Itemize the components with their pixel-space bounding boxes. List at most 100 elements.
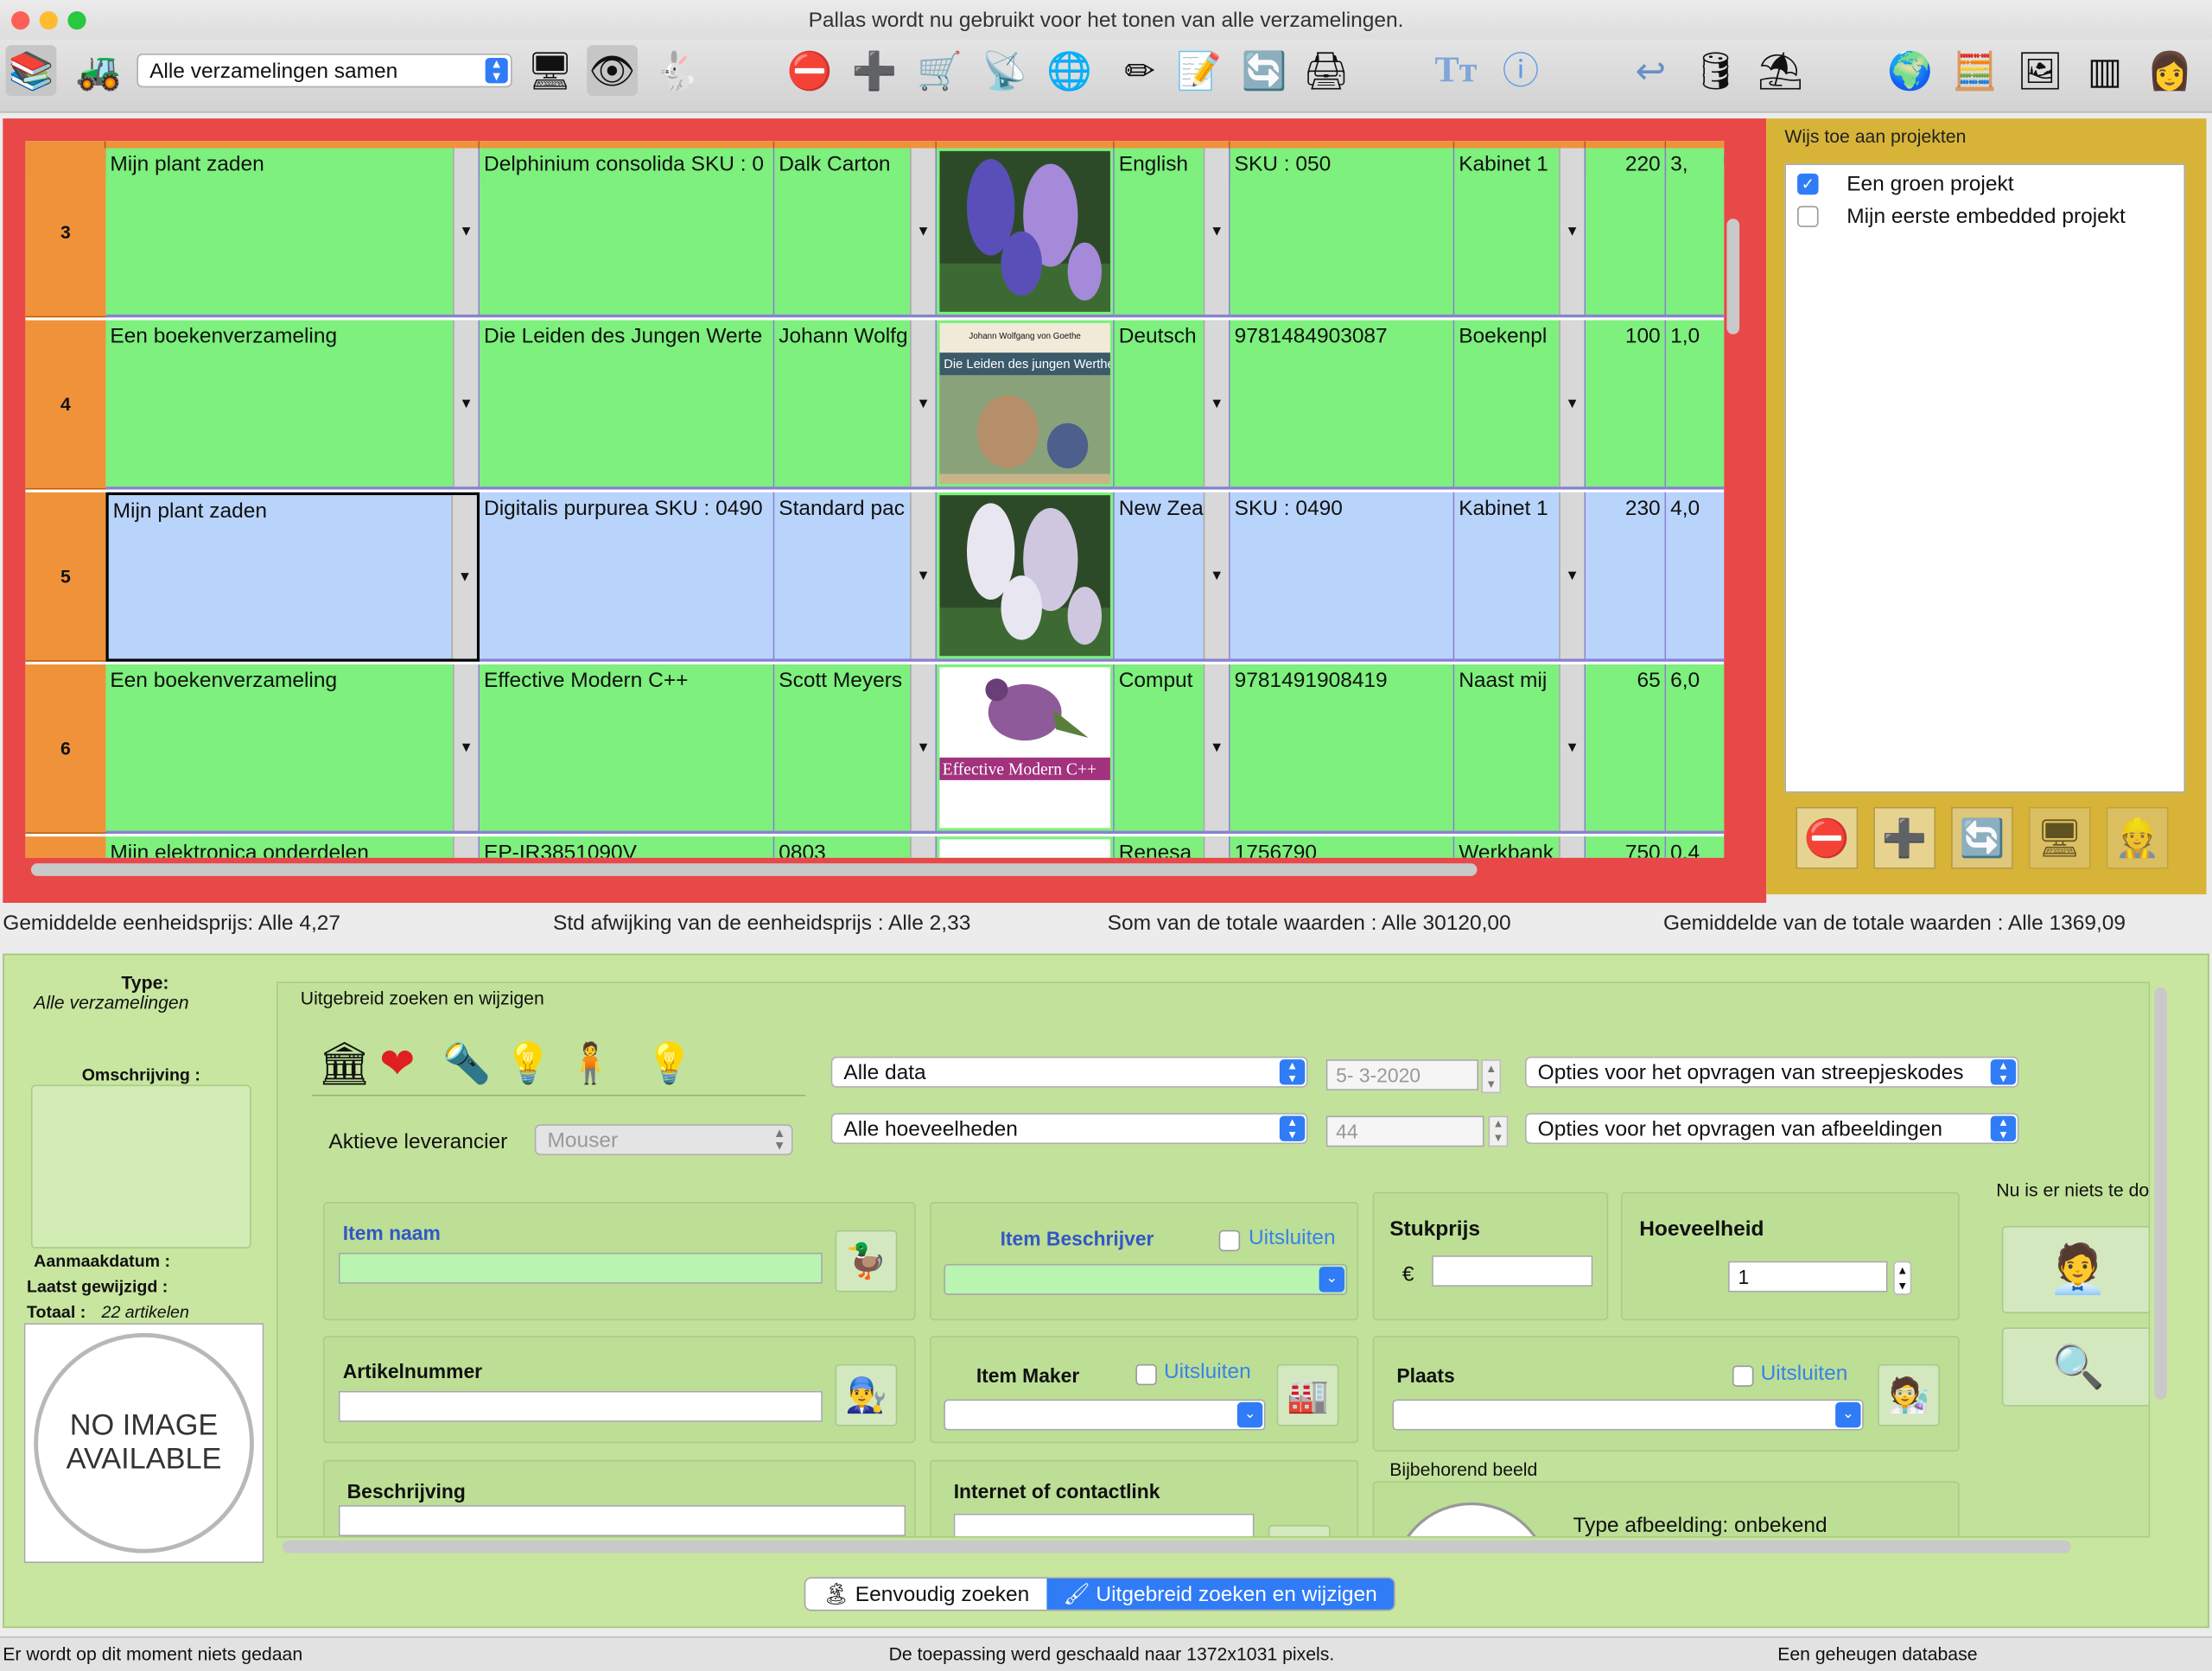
project-presentation-icon[interactable]: 🖥	[2028, 806, 2091, 869]
table-cell[interactable]: SKU : 050	[1230, 148, 1455, 318]
search-vertical-scrollbar[interactable]	[2154, 987, 2167, 1400]
table-cell[interactable]: Een boekenverzameling ▼	[105, 664, 480, 834]
table-cell[interactable]: 6,0	[1666, 664, 1725, 834]
edit-icon[interactable]: ✏	[1115, 45, 1166, 96]
support-person-icon[interactable]: 👩	[2145, 45, 2196, 96]
font-icon[interactable]: Tт	[1431, 45, 1482, 96]
cell-dropdown-icon[interactable]: ▼	[1203, 836, 1230, 858]
table-cell[interactable]: 0803 ▼	[774, 836, 938, 858]
cell-dropdown-icon[interactable]: ▼	[910, 492, 936, 659]
table-cell[interactable]: Renesa ▼	[1114, 836, 1230, 858]
link-icon[interactable]: 🔗	[1268, 1524, 1331, 1537]
table-cell[interactable]: Standard pac ▼	[774, 492, 938, 662]
person-icon[interactable]: 🧍	[566, 1039, 615, 1086]
location-person-icon[interactable]: 🧑‍🔬	[1878, 1363, 1940, 1426]
cell-dropdown-icon[interactable]: ▼	[1203, 320, 1230, 487]
table-cell[interactable]: 9781484903087	[1230, 320, 1455, 490]
table-cell[interactable]: Delphinium consolida SKU : 0	[480, 148, 775, 318]
date-stepper[interactable]: ▲ ▼	[1481, 1059, 1502, 1094]
tab-simple-search[interactable]: 🏝 Eenvoudig zoeken	[805, 1578, 1046, 1610]
cell-dropdown-icon[interactable]: ▼	[1203, 148, 1230, 315]
refresh-project-icon[interactable]: 🔄	[1951, 806, 2013, 869]
date-input[interactable]: 5- 3-2020	[1325, 1059, 1479, 1091]
table-cell[interactable]: Johann Wolfg ▼	[774, 320, 938, 490]
table-cell[interactable]: Dalk Carton ▼	[774, 148, 938, 318]
table-cell[interactable]: Een boekenverzameling ▼	[105, 320, 480, 490]
table-cell[interactable]: 65	[1586, 664, 1667, 834]
cell-dropdown-icon[interactable]: ▼	[910, 664, 936, 831]
table-cell[interactable]: Kabinet 1 ▼	[1454, 148, 1586, 318]
unit-price-input[interactable]	[1432, 1255, 1593, 1287]
table-cell-image[interactable]	[937, 492, 1115, 662]
internet-input[interactable]	[953, 1513, 1255, 1537]
collection-select[interactable]: Alle verzamelingen samen ▲ ▼	[137, 54, 512, 88]
table-cell[interactable]: 230	[1586, 492, 1667, 662]
heart-icon[interactable]: ❤	[379, 1039, 415, 1089]
place-select[interactable]: ⌄	[1392, 1399, 1864, 1431]
image-icon[interactable]: 🖼	[2014, 45, 2065, 96]
table-cell[interactable]: Kabinet 1 ▼	[1454, 492, 1586, 662]
lightbulb-icon[interactable]: 💡	[645, 1039, 694, 1086]
print-icon[interactable]: 🖨	[1300, 45, 1351, 96]
date-filter-select[interactable]: Alle data ▲ ▼	[830, 1056, 1308, 1088]
table-vertical-scrollbar[interactable]	[1726, 219, 1740, 334]
item-description-input[interactable]	[338, 1505, 906, 1537]
table-cell[interactable]: Deutsch ▼	[1114, 320, 1230, 490]
table-cell[interactable]: Boekenpl ▼	[1454, 320, 1586, 490]
row-number[interactable]: 4	[25, 320, 106, 490]
table-cell-image[interactable]: Johann Wolfgang von Goethe Die Leiden des…	[937, 320, 1115, 490]
collections-icon[interactable]: 📚	[5, 45, 57, 97]
quantity-filter-input[interactable]: 44	[1325, 1115, 1484, 1147]
checkbox-checked-icon[interactable]: ✓	[1797, 173, 1819, 195]
quantity-input[interactable]: 1	[1728, 1261, 1888, 1293]
supplier-person-icon[interactable]: 👨‍🔧	[835, 1363, 898, 1426]
table-cell[interactable]: 0,4	[1666, 836, 1725, 858]
table-cell[interactable]: English ▼	[1114, 148, 1230, 318]
cell-dropdown-icon[interactable]: ▼	[453, 836, 479, 858]
item-describer-select[interactable]: ⌄	[944, 1263, 1348, 1295]
calculator-icon[interactable]: 🧮	[1949, 45, 2000, 96]
row-number[interactable]: 5	[25, 492, 106, 662]
project-item[interactable]: ✓ Een groen projekt	[1797, 172, 2014, 196]
cell-dropdown-icon[interactable]: ▼	[453, 148, 479, 315]
exclude-place-checkbox[interactable]	[1732, 1365, 1754, 1387]
cell-dropdown-icon[interactable]: ▼	[453, 664, 479, 831]
quantity-stepper[interactable]: ▲ ▼	[1893, 1261, 1912, 1295]
remove-project-button[interactable]: ⛔	[1796, 806, 1859, 869]
table-cell[interactable]: Comput ▼	[1114, 664, 1230, 834]
table-cell[interactable]: 1,0	[1666, 320, 1725, 490]
table-cell[interactable]: Naast mij ▼	[1454, 664, 1586, 834]
table-cell-image[interactable]: Effective Modern C++	[937, 664, 1115, 834]
add-item-icon[interactable]: 🛒	[914, 45, 965, 96]
cancel-search-icon[interactable]: 🔍	[2001, 1327, 2149, 1407]
table-cell[interactable]: Mijn plant zaden ▼	[105, 148, 480, 318]
cell-dropdown-icon[interactable]: ▼	[910, 320, 936, 487]
quantity-filter-select[interactable]: Alle hoeveelheden ▲ ▼	[830, 1113, 1308, 1145]
presentation-icon[interactable]: 🖥	[524, 45, 575, 96]
bank-icon[interactable]: 🏛	[317, 1039, 371, 1089]
exclude-maker-checkbox[interactable]	[1135, 1363, 1157, 1386]
cell-dropdown-icon[interactable]: ▼	[1559, 320, 1585, 487]
table-cell[interactable]: Die Leiden des Jungen Werte	[480, 320, 775, 490]
barcode-options-select[interactable]: Opties voor het opvragen van streepjesko…	[1524, 1056, 2019, 1088]
table-cell[interactable]: 100	[1586, 320, 1667, 490]
table-cell[interactable]: 9781491908419	[1230, 664, 1455, 834]
edit-all-icon[interactable]: 📝	[1173, 45, 1224, 96]
table-cell[interactable]: Mijn plant zaden ▼	[105, 492, 480, 662]
factory-icon[interactable]: 🏭	[1276, 1363, 1339, 1426]
cell-dropdown-icon[interactable]: ▼	[1203, 664, 1230, 831]
table-cell[interactable]: 750	[1586, 836, 1667, 858]
row-number[interactable]: 6	[25, 664, 106, 834]
scanner-icon[interactable]: 🔦	[442, 1039, 491, 1086]
barcode-icon[interactable]: ▥	[2080, 45, 2131, 96]
undo-icon[interactable]: ↩	[1625, 45, 1676, 96]
lightbulb-gear-icon[interactable]: 💡	[504, 1039, 553, 1086]
cell-dropdown-icon[interactable]: ▼	[1559, 664, 1585, 831]
edit-collection-icon[interactable]: 🚜	[73, 45, 124, 96]
row-number[interactable]: 3	[25, 148, 106, 318]
table-cell[interactable]: Scott Meyers ▼	[774, 664, 938, 834]
add-icon[interactable]: ➕	[849, 45, 900, 96]
article-input[interactable]	[338, 1390, 823, 1422]
cell-dropdown-icon[interactable]: ▼	[1559, 492, 1585, 659]
table-cell-image[interactable]	[937, 148, 1115, 318]
